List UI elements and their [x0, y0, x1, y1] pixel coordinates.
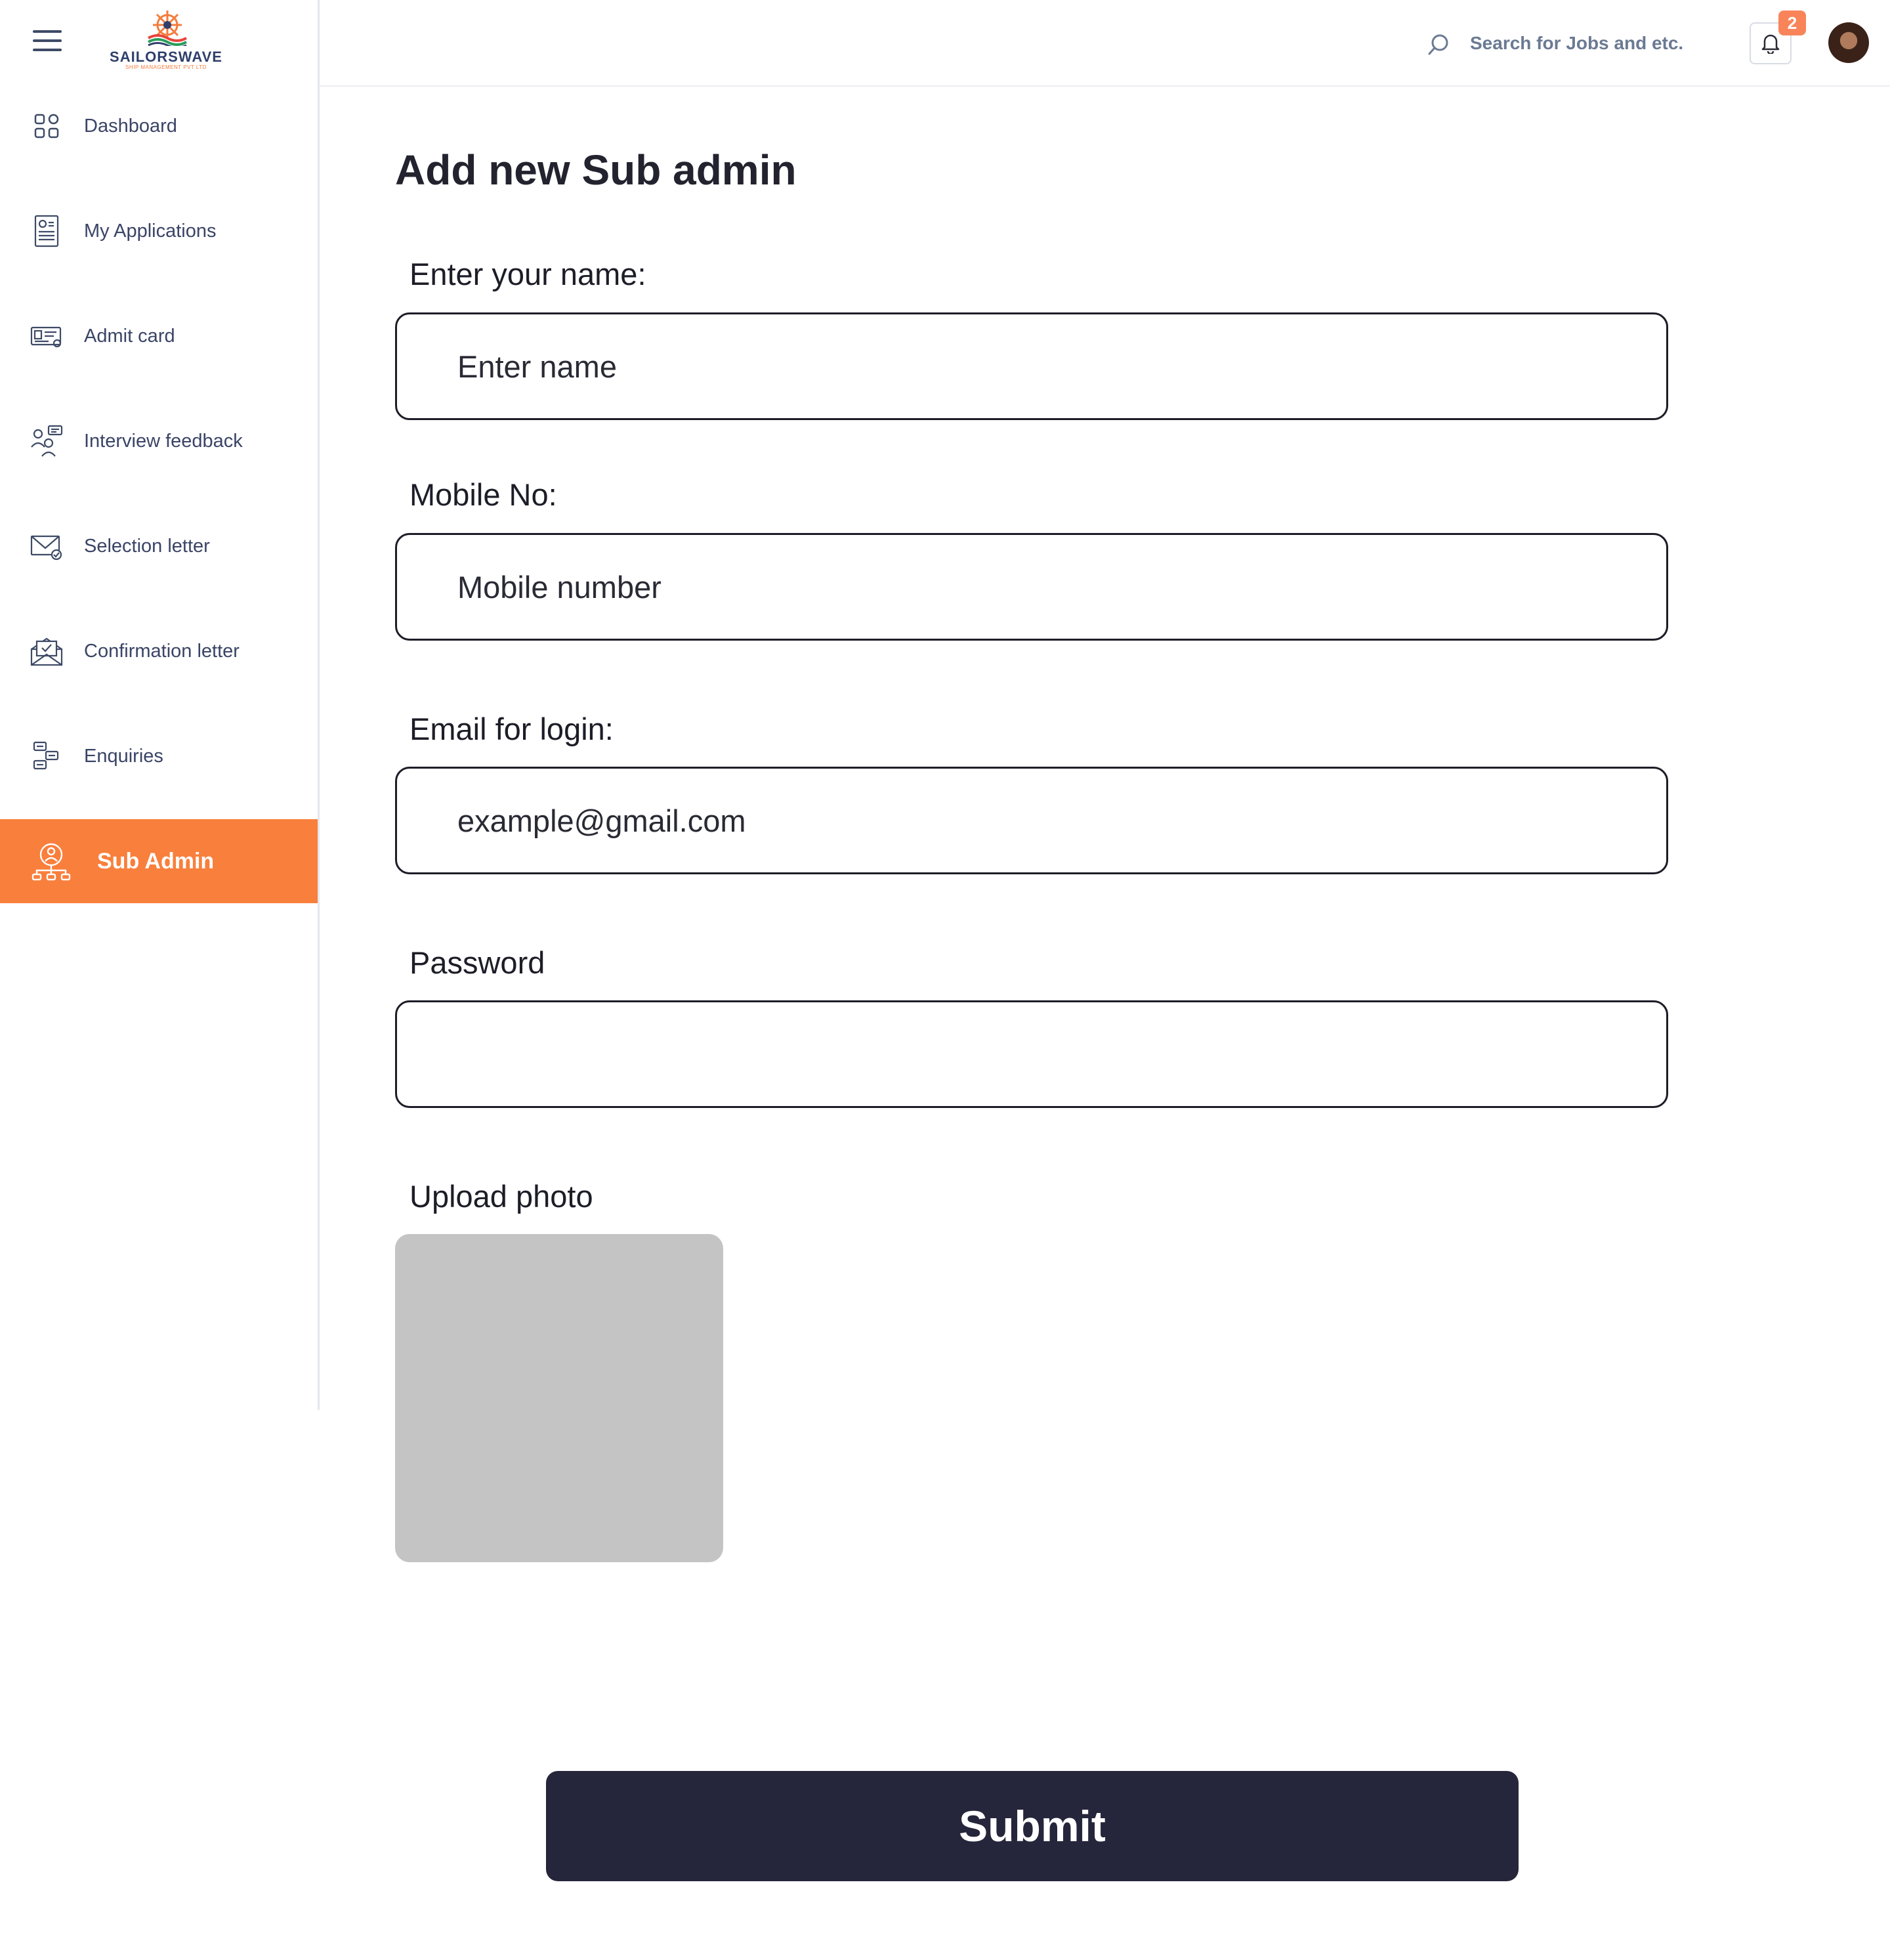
id-card-icon: [30, 326, 62, 348]
sidebar-item-label: Interview feedback: [84, 430, 243, 452]
sidebar-item-label: My Applications: [84, 220, 217, 242]
org-chart-icon: [32, 843, 71, 881]
sidebar-item-interview-feedback[interactable]: Interview feedback: [0, 399, 318, 483]
search-icon[interactable]: [1425, 32, 1452, 58]
name-input[interactable]: [457, 314, 1639, 418]
photo-upload-area[interactable]: [395, 1234, 723, 1562]
page-title: Add new Sub admin: [395, 146, 797, 194]
sidebar: SAILORSWAVE SHIP MANAGEMENT PVT LTD Dash…: [0, 0, 320, 1410]
bell-icon: [1761, 34, 1780, 54]
password-field[interactable]: [395, 1000, 1668, 1108]
sidebar-item-label: Dashboard: [84, 115, 177, 137]
grid-icon: [34, 114, 59, 138]
sidebar-item-my-applications[interactable]: My Applications: [0, 189, 318, 273]
email-label: Email for login:: [410, 712, 614, 746]
mobile-field[interactable]: [395, 533, 1668, 641]
user-avatar[interactable]: [1828, 22, 1869, 63]
name-field[interactable]: [395, 312, 1668, 420]
sidebar-item-label: Admit card: [84, 325, 175, 347]
mobile-label: Mobile No:: [410, 477, 557, 512]
upload-photo-label: Upload photo: [410, 1179, 593, 1214]
email-field[interactable]: [395, 767, 1668, 874]
mail-check-icon: [30, 535, 62, 561]
password-label: Password: [410, 945, 545, 980]
sidebar-item-label: Confirmation letter: [84, 640, 240, 662]
submit-button[interactable]: Submit: [546, 1771, 1519, 1881]
ship-wheel-logo-icon: [148, 11, 187, 46]
sidebar-item-confirmation-letter[interactable]: Confirmation letter: [0, 609, 318, 693]
interview-icon: [31, 425, 63, 457]
sidebar-item-sub-admin[interactable]: Sub Admin: [0, 819, 318, 903]
sidebar-item-label: Enquiries: [84, 745, 163, 767]
brand-logo[interactable]: SAILORSWAVE SHIP MANAGEMENT PVT LTD: [104, 9, 228, 70]
hamburger-icon[interactable]: [33, 30, 62, 56]
email-input[interactable]: [457, 769, 1639, 872]
top-bar: Search for Jobs and etc. 2: [320, 0, 1890, 87]
sidebar-item-selection-letter[interactable]: Selection letter: [0, 504, 318, 588]
sidebar-item-label: Selection letter: [84, 535, 210, 557]
enquiry-chat-icon: [33, 741, 59, 770]
sidebar-item-label: Sub Admin: [97, 848, 215, 874]
notification-count-badge: 2: [1778, 11, 1806, 35]
sidebar-item-enquiries[interactable]: Enquiries: [0, 714, 318, 798]
sidebar-item-admit-card[interactable]: Admit card: [0, 294, 318, 378]
mobile-input[interactable]: [457, 535, 1639, 639]
brand-tagline: SHIP MANAGEMENT PVT LTD: [125, 64, 207, 70]
password-input[interactable]: [457, 1002, 1639, 1106]
application-document-icon: [34, 215, 59, 247]
open-envelope-icon: [30, 637, 63, 666]
name-label: Enter your name:: [410, 257, 646, 291]
sidebar-item-dashboard[interactable]: Dashboard: [0, 84, 318, 168]
search-input[interactable]: Search for Jobs and etc.: [1470, 33, 1683, 54]
brand-name: SAILORSWAVE: [110, 49, 222, 65]
